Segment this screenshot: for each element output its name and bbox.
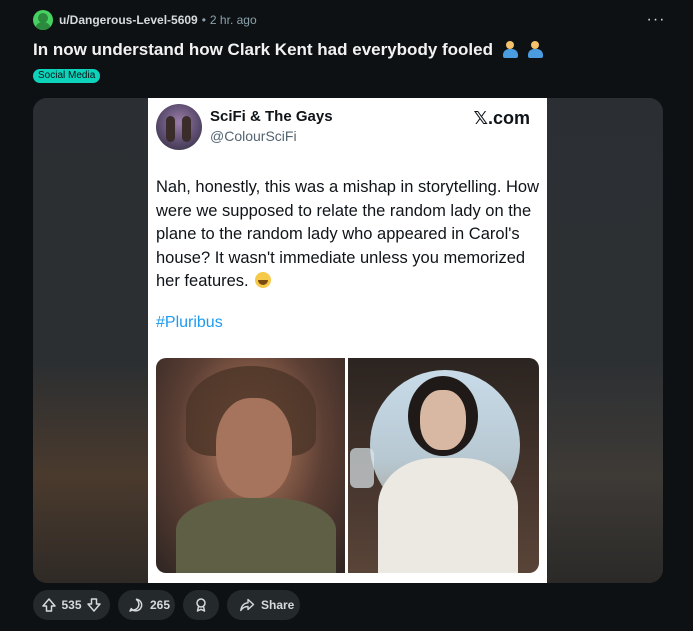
post-title-text: In now understand how Clark Kent had eve…	[33, 40, 493, 59]
tweet-image-right	[348, 358, 539, 573]
media-blurred-right	[548, 98, 663, 583]
post-header: u/Dangerous-Level-5609 • 2 hr. ago ···	[33, 9, 669, 31]
tweet-author-handle: @ColourSciFi	[210, 128, 297, 144]
username-link[interactable]: u/Dangerous-Level-5609	[59, 13, 198, 27]
downvote-icon[interactable]	[86, 597, 102, 613]
person-facepalming-emoji-icon	[502, 41, 519, 58]
share-label: Share	[261, 598, 295, 612]
comment-icon	[128, 597, 144, 613]
share-icon	[239, 597, 255, 613]
tweet-hashtag: #Pluribus	[156, 314, 223, 331]
upvote-icon[interactable]	[41, 597, 57, 613]
reddit-post: u/Dangerous-Level-5609 • 2 hr. ago ··· I…	[0, 0, 693, 631]
post-actions: 535 265 Share	[33, 590, 300, 620]
person-facepalming-emoji-icon	[527, 41, 544, 58]
separator-dot: •	[201, 13, 206, 27]
more-options-icon[interactable]: ···	[643, 11, 669, 29]
image-face	[216, 398, 292, 498]
vote-count: 535	[61, 598, 82, 612]
post-title[interactable]: In now understand how Clark Kent had eve…	[33, 40, 544, 60]
face-with-tears-of-joy-icon	[255, 272, 272, 288]
x-logo: 𝕏.com	[473, 108, 530, 128]
vote-bar: 535	[33, 590, 110, 620]
tweet-text: Nah, honestly, this was a mishap in stor…	[156, 176, 541, 294]
image-sweater	[378, 458, 518, 573]
image-glass	[350, 448, 374, 488]
tweet-image-left	[156, 358, 345, 573]
award-button[interactable]	[183, 590, 219, 620]
tweet-screenshot: SciFi & The Gays @ColourSciFi 𝕏.com Nah,…	[148, 98, 547, 583]
tweet-avatar	[156, 104, 202, 150]
media-blurred-left	[33, 98, 148, 583]
comments-button[interactable]: 265	[118, 590, 175, 620]
tweet-author-name: SciFi & The Gays	[210, 108, 333, 125]
post-media[interactable]: SciFi & The Gays @ColourSciFi 𝕏.com Nah,…	[33, 98, 663, 583]
share-button[interactable]: Share	[227, 590, 300, 620]
comment-count: 265	[150, 598, 171, 612]
user-avatar[interactable]	[33, 10, 53, 30]
post-time: 2 hr. ago	[209, 13, 257, 27]
image-body	[176, 498, 336, 573]
tweet-body-text: Nah, honestly, this was a mishap in stor…	[156, 178, 540, 290]
award-icon	[193, 597, 209, 613]
image-face	[420, 390, 466, 450]
post-flair[interactable]: Social Media	[33, 69, 101, 83]
